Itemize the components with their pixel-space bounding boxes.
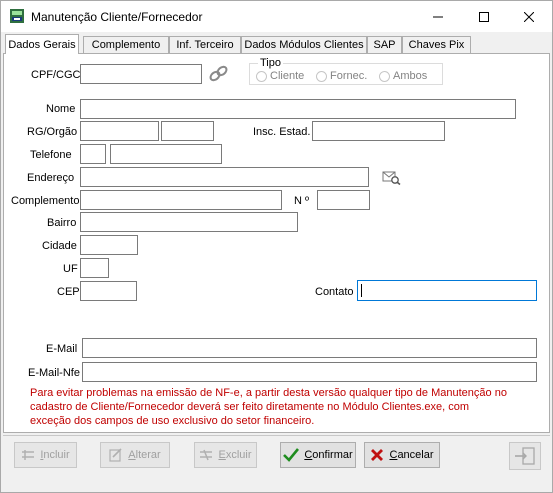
insc-estad-input[interactable] [312, 121, 445, 141]
uf-input[interactable] [80, 258, 109, 278]
email-nfe-input[interactable] [82, 362, 537, 382]
radio-circle [316, 70, 327, 82]
nfe-warning-note: Para evitar problemas na emissão de NF-e… [30, 387, 507, 427]
delete-record-icon [200, 449, 213, 461]
contato-input[interactable] [357, 280, 537, 301]
nome-label: Nome [46, 103, 76, 115]
checkmark-icon [283, 448, 300, 462]
email-nfe-label: E-Mail-Nfe [28, 367, 80, 379]
incluir-button[interactable]: Incluir [14, 442, 77, 468]
close-icon [524, 11, 534, 22]
maximize-button[interactable] [461, 1, 507, 32]
radio-circle [379, 70, 390, 82]
title-bar: Manutenção Cliente/Fornecedor [1, 1, 552, 32]
alterar-button[interactable]: Alterar [100, 442, 170, 468]
telefone-label: Telefone [30, 149, 72, 161]
alterar-label: Alterar [128, 449, 161, 461]
cidade-input[interactable] [80, 235, 138, 255]
maximize-icon [479, 11, 489, 22]
insc-estad-label: Insc. Estad. [253, 126, 311, 138]
orgao-input[interactable] [161, 121, 214, 141]
edit-record-icon [109, 448, 122, 462]
tab-inf-terceiro[interactable]: Inf. Terceiro [169, 36, 241, 53]
excluir-label: Excluir [218, 449, 252, 461]
tab-strip: Dados Gerais Complemento Inf. Terceiro D… [3, 34, 553, 54]
email-label: E-Mail [46, 343, 78, 355]
cep-label: CEP [57, 286, 80, 298]
tab-dados-modulos-clientes[interactable]: Dados Módulos Clientes [241, 36, 367, 53]
uf-label: UF [63, 263, 78, 275]
radio-cliente-label: Cliente [270, 70, 305, 82]
numero-label: N º [294, 195, 310, 207]
confirmar-button[interactable]: Confirmar [280, 442, 356, 468]
cidade-label: Cidade [42, 240, 77, 252]
radio-ambos[interactable]: Ambos [379, 70, 427, 82]
add-record-icon [22, 450, 35, 460]
tab-complemento[interactable]: Complemento [83, 36, 169, 53]
window-title: Manutenção Cliente/Fornecedor [31, 10, 203, 24]
cancel-x-icon [371, 449, 384, 461]
tab-chaves-pix[interactable]: Chaves Pix [402, 36, 471, 53]
endereco-input[interactable] [80, 167, 369, 187]
cep-input[interactable] [80, 281, 137, 301]
manutencao-window: Manutenção Cliente/Fornecedor Dados Gera… [0, 0, 553, 493]
cancelar-button[interactable]: Cancelar [364, 442, 440, 468]
exit-door-icon [515, 447, 535, 465]
app-icon [10, 9, 24, 23]
radio-fornec[interactable]: Fornec. [316, 70, 367, 82]
close-button[interactable] [506, 1, 552, 32]
endereco-label: Endereço [27, 172, 75, 184]
nome-input[interactable] [80, 99, 516, 119]
exit-button[interactable] [509, 442, 541, 470]
radio-cliente[interactable]: Cliente [256, 70, 304, 82]
rg-label: RG/Orgão [27, 126, 78, 138]
tab-dados-gerais[interactable]: Dados Gerais [5, 34, 79, 54]
complemento-label: Complemento [11, 195, 80, 207]
tab-sap[interactable]: SAP [367, 36, 402, 53]
address-lookup-icon[interactable] [381, 169, 401, 185]
cancelar-label: Cancelar [389, 449, 434, 461]
cpf-input[interactable] [80, 64, 202, 84]
text-caret [361, 284, 362, 297]
confirmar-label: Confirmar [304, 449, 353, 461]
bairro-input[interactable] [80, 212, 298, 232]
incluir-label: Incluir [40, 449, 70, 461]
email-input[interactable] [82, 338, 537, 358]
divider [3, 435, 550, 436]
bairro-label: Bairro [47, 217, 77, 229]
radio-ambos-label: Ambos [393, 70, 428, 82]
complemento-input[interactable] [80, 190, 282, 210]
link-chain-icon[interactable] [208, 65, 230, 83]
telefone-input[interactable] [110, 144, 222, 164]
cpf-label: CPF/CGC [31, 69, 81, 81]
ddd-input[interactable] [80, 144, 106, 164]
minimize-button[interactable] [415, 1, 461, 32]
contato-label: Contato [315, 286, 354, 298]
numero-input[interactable] [317, 190, 370, 210]
tipo-group-title: Tipo [258, 57, 283, 69]
radio-circle [256, 70, 267, 82]
rg-input[interactable] [80, 121, 159, 141]
radio-fornec-label: Fornec. [330, 70, 368, 82]
excluir-button[interactable]: Excluir [194, 442, 257, 468]
minimize-icon [433, 16, 443, 17]
